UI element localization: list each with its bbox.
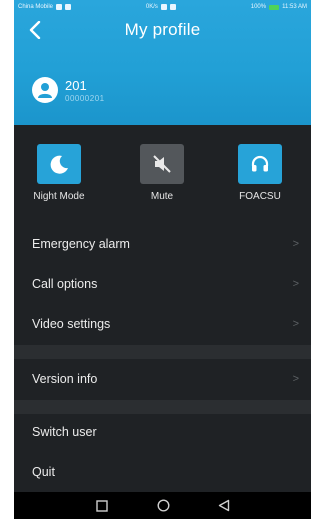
chevron-right-icon: > — [292, 278, 299, 290]
menu-item-label: Quit — [32, 465, 55, 479]
triangle-back-icon — [218, 499, 230, 512]
menu-item-quit[interactable]: Quit — [14, 452, 311, 492]
recents-button[interactable] — [82, 492, 122, 519]
square-icon — [96, 499, 108, 512]
menu-item-video-settings[interactable]: Video settings > — [14, 304, 311, 344]
circle-icon — [156, 499, 170, 512]
battery-percent: 100% — [250, 4, 267, 10]
profile-header: China Mobile 0K/s 100% 11:53 AM My profi… — [14, 0, 311, 125]
menu-item-call-options[interactable]: Call options > — [14, 264, 311, 304]
wifi-icon — [160, 4, 167, 10]
foacsu-label: FOACSU — [239, 191, 281, 202]
night-mode-button[interactable]: Night Mode — [19, 144, 99, 202]
section-divider — [14, 345, 311, 359]
system-nav-bar — [14, 492, 311, 519]
menu-item-version-info[interactable]: Version info > — [14, 359, 311, 399]
moon-icon — [50, 155, 68, 174]
foacsu-button[interactable]: FOACSU — [220, 144, 300, 202]
menu-item-label: Switch user — [32, 425, 97, 439]
battery-icon — [269, 4, 280, 10]
chevron-right-icon: > — [292, 373, 299, 385]
speaker-mute-icon — [153, 155, 171, 173]
mode-toggles: Night Mode Mute FOACSU — [14, 144, 311, 214]
status-time: 11:53 AM — [282, 4, 307, 10]
mute-label: Mute — [150, 191, 174, 202]
menu-item-label: Call options — [32, 277, 98, 291]
headphones-icon — [251, 155, 269, 172]
menu-item-label: Version info — [32, 372, 98, 386]
carrier-label: China Mobile — [18, 4, 54, 10]
nav-bar: My profile — [14, 16, 311, 44]
page-title: My profile — [124, 20, 201, 39]
notification-icon — [56, 4, 63, 10]
profile-name: 201 — [65, 77, 87, 93]
mute-button[interactable]: Mute — [122, 144, 202, 202]
menu-item-switch-user[interactable]: Switch user — [14, 412, 311, 452]
chevron-right-icon: > — [292, 238, 299, 250]
status-bar: China Mobile 0K/s 100% 11:53 AM — [14, 0, 311, 14]
signal-icon — [169, 4, 176, 10]
profile-id: 00000201 — [65, 93, 105, 103]
home-button[interactable] — [143, 492, 183, 519]
menu-item-label: Video settings — [32, 317, 111, 331]
user-avatar-icon — [32, 77, 58, 103]
network-speed: 0K/s — [145, 4, 158, 10]
phone-screen: China Mobile 0K/s 100% 11:53 AM My profi… — [14, 0, 311, 519]
menu-item-label: Emergency alarm — [32, 237, 130, 251]
menu-item-emergency-alarm[interactable]: Emergency alarm > — [14, 224, 311, 264]
night-mode-label: Night Mode — [33, 191, 85, 202]
profile-summary[interactable]: 201 00000201 — [32, 70, 105, 110]
chevron-right-icon: > — [292, 318, 299, 330]
notification-icon — [65, 4, 72, 10]
system-back-button[interactable] — [204, 492, 244, 519]
